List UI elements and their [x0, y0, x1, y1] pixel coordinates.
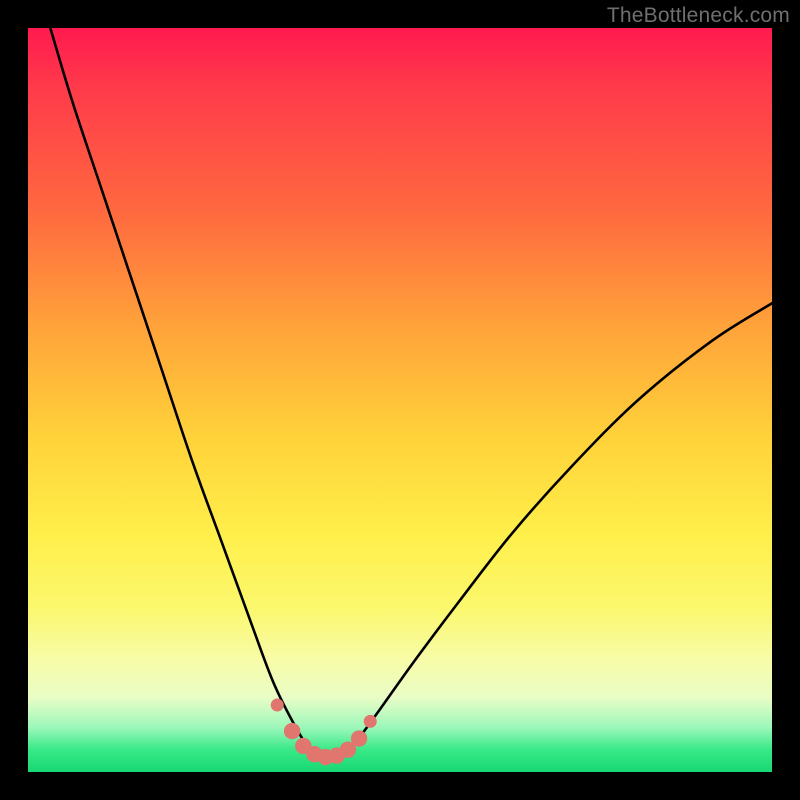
plot-area: [28, 28, 772, 772]
plateau-marker: [364, 715, 377, 728]
plateau-marker: [351, 730, 367, 746]
watermark-label: TheBottleneck.com: [607, 4, 790, 28]
plateau-marker: [271, 699, 284, 712]
plateau-marker: [284, 723, 300, 739]
chart-frame: TheBottleneck.com: [0, 0, 800, 800]
bottleneck-curve: [28, 28, 772, 772]
